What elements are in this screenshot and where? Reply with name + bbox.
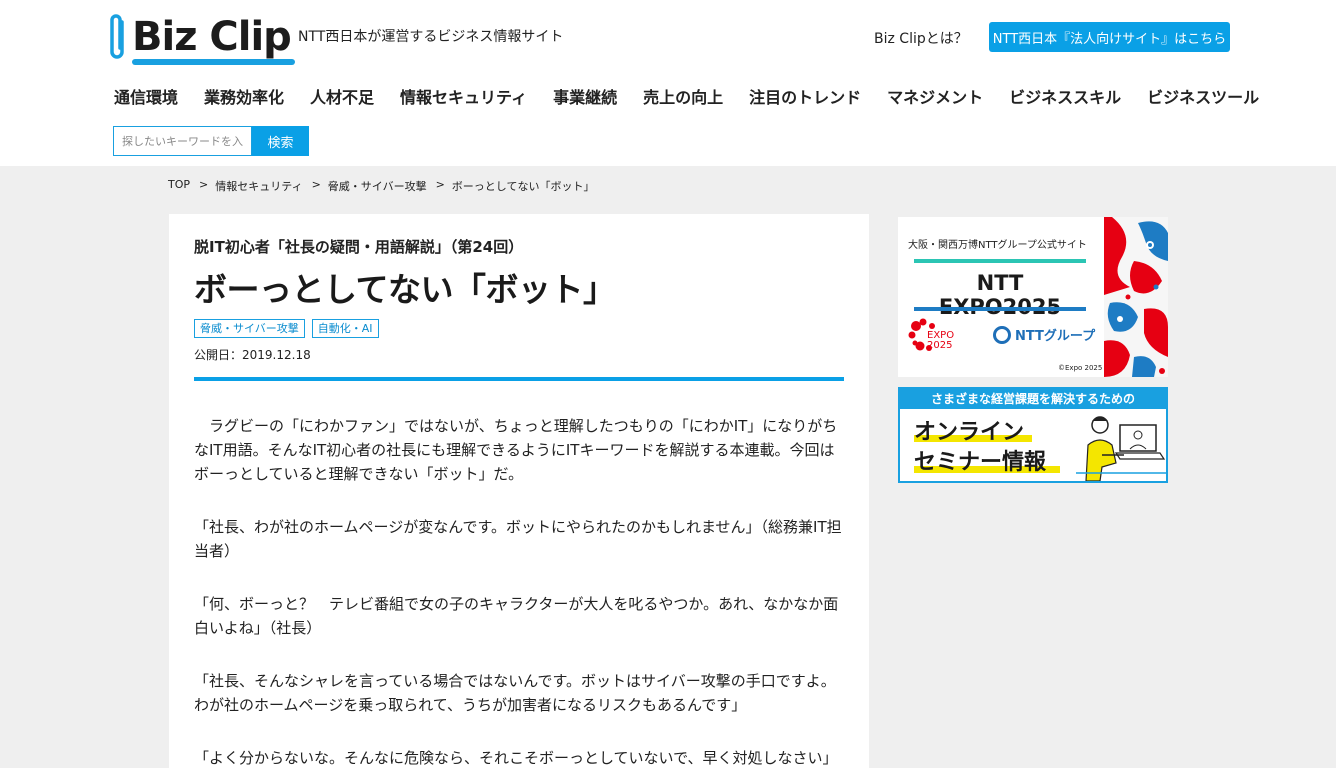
article-body: ラグビーの「にわかファン」ではないが、ちょっと理解したつもりの「にわかIT」にな…: [194, 414, 844, 768]
search-button[interactable]: 検索: [252, 126, 309, 156]
breadcrumb-separator: >: [199, 178, 209, 191]
tag-threats[interactable]: 脅威・サイバー攻撃: [194, 319, 305, 338]
ntt-group-text: NTTグループ: [1015, 329, 1096, 344]
nav-item-continuity[interactable]: 事業継続: [553, 84, 617, 108]
article-paragraph: ラグビーの「にわかファン」ではないが、ちょっと理解したつもりの「にわかIT」にな…: [194, 417, 838, 483]
ntt-group-logo: NTTグループ: [993, 325, 1095, 344]
seminar-title-line1: オンライン: [914, 420, 1025, 445]
corporate-site-button[interactable]: NTT西日本『法人向けサイト』はこちら: [989, 22, 1230, 52]
logo-text: Biz Clip: [132, 17, 295, 65]
article-title: ボーっとしてない「ボット」: [194, 270, 616, 309]
title-divider: [194, 377, 844, 381]
online-seminar-banner[interactable]: さまざまな経営課題を解決するための オンライン セミナー情報: [898, 387, 1168, 483]
search-form: 検索: [113, 126, 309, 156]
article: 脱IT初心者「社長の疑問・用語解説」（第24回） ボーっとしてない「ボット」 脅…: [169, 214, 869, 768]
paperclip-icon: [106, 12, 128, 62]
expo-pattern-art: [1104, 217, 1168, 377]
article-paragraph: 「社長、そんなシャレを言っている場合ではないんです。ボットはサイバー攻撃の手口で…: [194, 672, 836, 714]
expo-2025-logo: EXPO 2025: [908, 318, 970, 356]
expo-banner[interactable]: 大阪・関西万博NTTグループ公式サイト NTT EXPO2025 EXPO 20…: [898, 217, 1168, 377]
nav-item-security[interactable]: 情報セキュリティ: [400, 84, 527, 108]
nav-item-trends[interactable]: 注目のトレンド: [749, 84, 861, 108]
expo-subtitle: 大阪・関西万博NTTグループ公式サイト: [908, 240, 1087, 251]
nav-item-management[interactable]: マネジメント: [887, 84, 983, 108]
article-paragraph: 「社長、わが社のホームページが変なんです。ボットにやられたのかもしれません」（総…: [194, 518, 842, 560]
expo-bottom-bar: [914, 307, 1086, 311]
ntt-logo-icon: [993, 325, 1011, 344]
search-input[interactable]: [113, 126, 252, 156]
tag-automation-ai[interactable]: 自動化・AI: [311, 319, 379, 338]
published-date: 公開日：2019.12.18: [194, 348, 311, 362]
site-tagline: NTT西日本が運営するビジネス情報サイト: [298, 29, 564, 45]
breadcrumb-item-security[interactable]: 情報セキュリティ: [215, 178, 302, 194]
global-nav: 通信環境 業務効率化 人材不足 情報セキュリティ 事業継続 売上の向上 注目のト…: [114, 84, 1285, 108]
nav-item-network[interactable]: 通信環境: [114, 84, 178, 108]
nav-item-staffing[interactable]: 人材不足: [310, 84, 374, 108]
person-at-laptop-illustration: [1072, 411, 1166, 481]
about-link[interactable]: Biz Clipとは？: [874, 28, 968, 48]
sidebar: 大阪・関西万博NTTグループ公式サイト NTT EXPO2025 EXPO 20…: [898, 217, 1168, 483]
seminar-header: さまざまな経営課題を解決するための: [900, 389, 1166, 409]
site-logo[interactable]: Biz Clip: [106, 10, 295, 65]
nav-item-sales[interactable]: 売上の向上: [643, 84, 723, 108]
seminar-title-line2: セミナー情報: [914, 450, 1047, 475]
breadcrumb-item-current: ボーっとしてない「ボット」: [451, 180, 595, 193]
breadcrumb: TOP > 情報セキュリティ > 脅威・サイバー攻撃 > ボーっとしてない「ボッ…: [168, 178, 594, 194]
nav-item-tools[interactable]: ビジネスツール: [1147, 84, 1259, 108]
breadcrumb-separator: >: [435, 178, 445, 191]
article-paragraph: 「よく分からないな。そんなに危険なら、それこそボーっとしていないで、早く対処しな…: [194, 749, 838, 767]
nav-item-skills[interactable]: ビジネススキル: [1009, 84, 1121, 108]
article-paragraph: 「何、ボーっと？ テレビ番組で女の子のキャラクターが大人を叱るやつか。あれ、なか…: [194, 595, 839, 637]
site-header: Biz Clip NTT西日本が運営するビジネス情報サイト Biz Clipとは…: [0, 0, 1336, 166]
expo-copyright: ©Expo 2025: [1058, 364, 1103, 372]
nav-item-efficiency[interactable]: 業務効率化: [204, 84, 284, 108]
breadcrumb-item-threats[interactable]: 脅威・サイバー攻撃: [328, 178, 427, 194]
expo-title: NTT EXPO2025: [939, 271, 1061, 319]
breadcrumb-item-top[interactable]: TOP: [168, 178, 190, 194]
article-tags: 脅威・サイバー攻撃 自動化・AI: [194, 319, 844, 338]
svg-text:2025: 2025: [927, 340, 952, 351]
breadcrumb-separator: >: [311, 178, 321, 191]
expo-top-bar: [914, 259, 1086, 263]
article-series: 脱IT初心者「社長の疑問・用語解説」（第24回）: [194, 238, 524, 256]
